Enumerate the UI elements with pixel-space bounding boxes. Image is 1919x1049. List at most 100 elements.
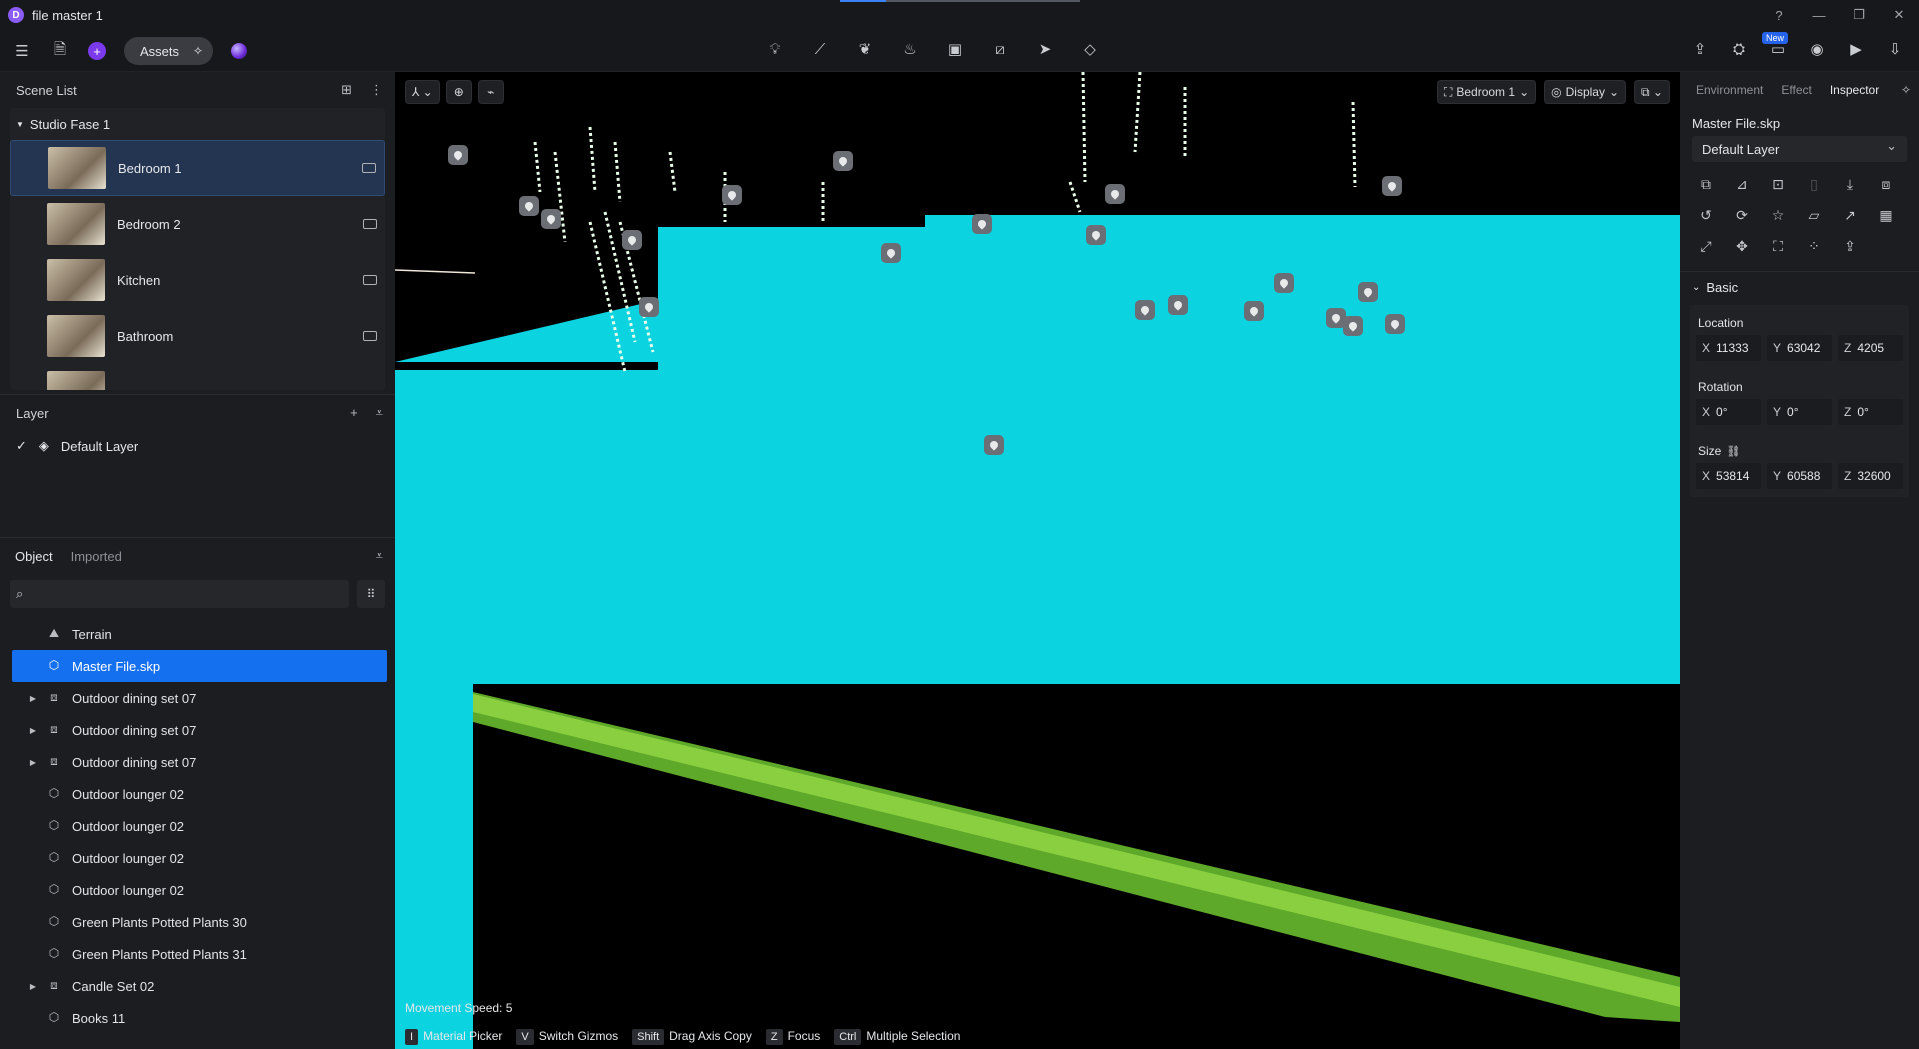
expand-arrow-icon[interactable]: ▶ [24, 982, 42, 991]
layers-icon[interactable]: ◇ [1080, 39, 1100, 59]
size-z-field[interactable]: Z 32600 [1838, 463, 1903, 489]
replace-icon[interactable]: ⧈ [1876, 176, 1896, 193]
viewport-3d[interactable]: ⅄ ⌄ ⊕ ⌁ ⛶ Bedroom 1 ⌄ ◎ Display ⌄ ⧉ ⌄ Mo… [395, 72, 1680, 1049]
light-marker-icon[interactable] [722, 185, 742, 205]
object-row[interactable]: ▶ ⧈ Outdoor dining set 07 [12, 714, 387, 746]
layer-select[interactable]: Default Layer [1692, 136, 1907, 162]
light-marker-icon[interactable] [1105, 184, 1125, 204]
tab-environment[interactable]: Environment [1696, 83, 1763, 97]
scatter-icon[interactable]: ⁘ [1804, 238, 1824, 255]
presentation-icon[interactable]: ▭ New [1762, 32, 1789, 59]
object-row[interactable]: ⬡ Outdoor lounger 02 [12, 842, 387, 874]
upload-icon[interactable]: ⇪ [1840, 238, 1860, 255]
object-row[interactable]: ⬡ Green Plants Potted Plants 30 [12, 906, 387, 938]
align-icon[interactable]: ▯ [1804, 176, 1824, 193]
export-icon[interactable]: ⇩ [1885, 39, 1905, 59]
light-marker-icon[interactable] [622, 230, 642, 250]
light-marker-icon[interactable] [1382, 176, 1402, 196]
light-marker-icon[interactable] [1244, 301, 1264, 321]
light-marker-icon[interactable] [881, 243, 901, 263]
restore-button[interactable]: ❐ [1839, 7, 1879, 23]
camera-select-dropdown[interactable]: ⛶ Bedroom 1 ⌄ [1436, 80, 1537, 104]
object-search-input[interactable]: ⌕ [10, 580, 349, 608]
video-export-icon[interactable]: ▣ [945, 39, 965, 59]
mirror-icon[interactable]: ⊿ [1732, 176, 1752, 193]
fire-icon[interactable]: ♨ [900, 39, 920, 59]
object-row[interactable]: ⬡ Green Plants Potted Plants 31 [12, 938, 387, 970]
camera-icon[interactable] [363, 219, 377, 229]
location-x-field[interactable]: X 11333 [1696, 335, 1761, 361]
menu-icon[interactable]: ☰ [12, 41, 32, 61]
fit-icon[interactable]: ⛶ [1768, 238, 1788, 255]
leaf-icon[interactable]: ❦ [855, 39, 875, 59]
light-bulb-icon[interactable]: 💡︎ [765, 39, 785, 59]
light-marker-icon[interactable] [1343, 316, 1363, 336]
expand-arrow-icon[interactable]: ▶ [24, 758, 42, 767]
location-y-field[interactable]: Y 63042 [1767, 335, 1832, 361]
more-icon[interactable]: ⋮ [370, 82, 383, 98]
refresh-icon[interactable]: ⟳ [1732, 207, 1752, 224]
tab-inspector[interactable]: Inspector [1830, 83, 1879, 97]
collapse-icon[interactable]: ⩡ [376, 405, 383, 421]
object-row[interactable]: ▶ ⧈ Candle Set 02 [12, 970, 387, 1002]
rotation-x-field[interactable]: X 0° [1696, 399, 1761, 425]
check-icon[interactable]: ✓ [16, 438, 27, 454]
light-marker-icon[interactable] [1274, 273, 1294, 293]
gizmo-mode-dropdown[interactable]: ⅄ ⌄ [405, 80, 440, 104]
minimize-button[interactable]: — [1799, 8, 1839, 23]
star-icon[interactable]: ☆ [1768, 207, 1788, 224]
view-options-dropdown[interactable]: ⧉ ⌄ [1634, 80, 1670, 104]
light-marker-icon[interactable] [1358, 282, 1378, 302]
grid-view-button[interactable]: ⠿ [357, 580, 385, 608]
sparkle-icon[interactable]: ✧ [193, 44, 203, 58]
camera-icon[interactable] [363, 331, 377, 341]
expand-arrow-icon[interactable]: ▶ [24, 694, 42, 703]
object-row[interactable]: ▶ ⧈ Outdoor dining set 07 [12, 746, 387, 778]
size-y-field[interactable]: Y 60588 [1767, 463, 1832, 489]
share-icon[interactable]: ⇪ [1690, 39, 1710, 59]
light-marker-icon[interactable] [1135, 300, 1155, 320]
globe-icon[interactable]: ⊕ [445, 80, 472, 104]
object-row[interactable]: ⬡ Outdoor lounger 02 [12, 874, 387, 906]
light-marker-icon[interactable] [833, 151, 853, 171]
help-icon[interactable]: ? [1759, 8, 1799, 23]
light-marker-icon[interactable] [984, 435, 1004, 455]
scale-icon[interactable]: ⤢ [1696, 238, 1716, 255]
object-row[interactable]: ⬡ Books 11 [12, 1002, 387, 1034]
rotation-y-field[interactable]: Y 0° [1767, 399, 1832, 425]
pin-icon[interactable]: ✧ [1901, 83, 1911, 97]
scene-item[interactable]: Bedroom 1 [10, 140, 385, 196]
drop-icon[interactable]: ⤓ [1840, 176, 1860, 193]
link-icon[interactable]: ⛓ [1726, 445, 1740, 458]
size-x-field[interactable]: X 53814 [1696, 463, 1761, 489]
object-row[interactable]: ⬡ Outdoor lounger 02 [12, 810, 387, 842]
copy-icon[interactable]: ⧉ [1696, 176, 1716, 193]
light-marker-icon[interactable] [519, 196, 539, 216]
video-icon[interactable]: ▶ [1846, 39, 1866, 59]
caret-down-icon[interactable]: ▼ [16, 120, 24, 129]
location-z-field[interactable]: Z 4205 [1838, 335, 1903, 361]
upload-icon[interactable]: ⛭ [1729, 39, 1749, 59]
light-marker-icon[interactable] [1385, 314, 1405, 334]
material-orb-icon[interactable] [231, 43, 248, 59]
new-file-icon[interactable]: 🗎 [50, 41, 70, 61]
display-dropdown[interactable]: ◎ Display ⌄ [1544, 80, 1627, 104]
scene-item[interactable]: Kitchen [10, 252, 385, 308]
scene-group-header[interactable]: ▼ Studio Fase 1 [10, 108, 385, 140]
redirect-icon[interactable]: ↗ [1840, 207, 1860, 224]
cursor-icon[interactable]: ➤ [1035, 39, 1055, 59]
layer-item[interactable]: ✓ ◈ Default Layer [0, 431, 395, 461]
add-scene-icon[interactable]: ⊞ [341, 82, 352, 98]
camera-icon[interactable]: ◉ [1807, 39, 1827, 59]
scene-item[interactable]: Bathroom [10, 308, 385, 364]
move-icon[interactable]: ✥ [1732, 238, 1752, 255]
rotation-z-field[interactable]: Z 0° [1838, 399, 1903, 425]
light-marker-icon[interactable] [639, 297, 659, 317]
light-marker-icon[interactable] [448, 145, 468, 165]
object-row[interactable]: ⬡ Master File.skp [12, 650, 387, 682]
camera-icon[interactable] [362, 163, 376, 173]
snap-icon[interactable]: ⌁ [477, 80, 504, 104]
add-layer-icon[interactable]: + [350, 405, 358, 421]
focus-icon[interactable]: ⊡ [1768, 176, 1788, 193]
folder-icon[interactable]: ▱ [1804, 207, 1824, 224]
